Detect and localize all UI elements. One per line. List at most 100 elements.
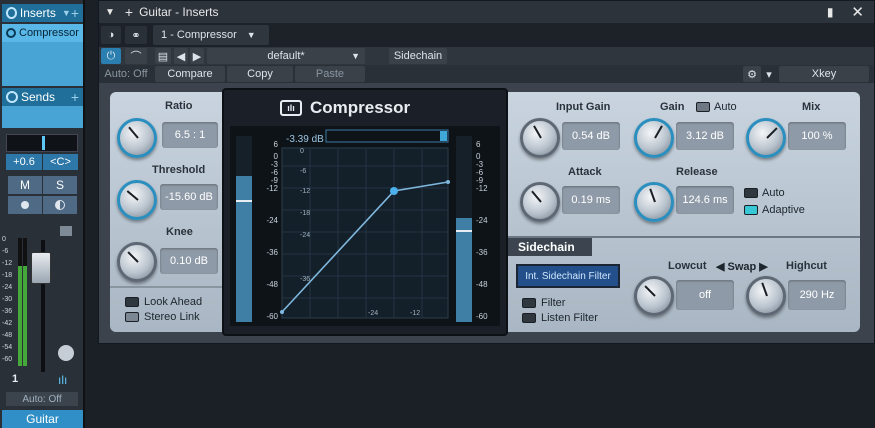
knee-knob[interactable] bbox=[117, 242, 157, 282]
release-value[interactable]: 124.6 ms bbox=[676, 186, 734, 214]
int-sidechain-filter-button[interactable]: Int. Sidechain Filter bbox=[516, 264, 620, 288]
gain-knob[interactable] bbox=[634, 118, 674, 158]
look-ahead-label: Look Ahead bbox=[144, 296, 203, 308]
expand-icon[interactable] bbox=[60, 226, 72, 236]
compare-button[interactable]: Compare bbox=[155, 66, 225, 82]
highcut-value[interactable]: 290 Hz bbox=[788, 280, 846, 310]
gear-icon[interactable]: ⚙ bbox=[743, 66, 761, 82]
tick-label: 0 bbox=[300, 148, 304, 155]
gain-auto-toggle[interactable] bbox=[696, 102, 710, 112]
undo-icon[interactable]: ⌒ bbox=[125, 48, 147, 64]
power-icon[interactable]: ⏻ bbox=[101, 48, 121, 64]
gain-value[interactable]: 3.12 dB bbox=[676, 122, 734, 150]
xkey-button[interactable]: Xkey bbox=[779, 66, 869, 82]
sends-label: Sends bbox=[21, 90, 56, 104]
graph-x-ticks: -24 -12 bbox=[286, 310, 446, 322]
dropdown-icon[interactable]: ▼ bbox=[62, 8, 71, 18]
lowcut-value[interactable]: off bbox=[676, 280, 734, 310]
power-icon[interactable] bbox=[6, 91, 18, 103]
pan-slider[interactable] bbox=[6, 134, 78, 152]
threshold-knob[interactable] bbox=[117, 180, 157, 220]
input-gain-knob[interactable] bbox=[520, 118, 560, 158]
bypass-icon[interactable]: ◑ bbox=[101, 26, 121, 44]
mix-value[interactable]: 100 % bbox=[788, 122, 846, 150]
tick-label: -54 bbox=[2, 344, 13, 351]
adaptive-label: Adaptive bbox=[762, 204, 805, 216]
sends-header[interactable]: Sends + bbox=[2, 88, 83, 106]
release-auto-toggle[interactable] bbox=[744, 188, 758, 198]
brand-logo: ılı Compressor bbox=[280, 98, 410, 118]
stereo-link-toggle[interactable] bbox=[125, 312, 139, 322]
chevron-down-icon[interactable]: ▼ bbox=[247, 30, 256, 40]
ratio-value[interactable]: 6.5 : 1 bbox=[162, 122, 218, 148]
release-label: Release bbox=[676, 166, 718, 178]
attack-value[interactable]: 0.19 ms bbox=[562, 186, 620, 214]
pan-center[interactable]: <C> bbox=[43, 154, 78, 170]
listen-filter-toggle[interactable] bbox=[522, 313, 536, 323]
channel-strip: Inserts ▼ + Compressor Sends + +0.6 <C> … bbox=[0, 0, 85, 428]
inserts-header[interactable]: Inserts ▼ + bbox=[2, 4, 83, 22]
inserts-empty-area[interactable] bbox=[2, 42, 83, 86]
tick-label: 6 bbox=[273, 140, 278, 149]
threshold-label: Threshold bbox=[152, 164, 206, 176]
channel-name[interactable]: Guitar bbox=[2, 410, 83, 428]
add-icon[interactable]: + bbox=[125, 4, 133, 20]
collapse-icon[interactable]: ▼ bbox=[105, 7, 115, 18]
lowcut-knob[interactable] bbox=[634, 276, 674, 316]
waveform-icon[interactable]: ılı bbox=[58, 373, 67, 387]
monitor-button[interactable] bbox=[43, 196, 77, 214]
sidechain-button[interactable]: Sidechain bbox=[389, 48, 447, 64]
pin-icon[interactable]: ▮ bbox=[827, 5, 834, 19]
attack-knob[interactable] bbox=[520, 182, 560, 222]
chevron-down-icon[interactable]: ▾ bbox=[763, 66, 775, 82]
meter-left bbox=[18, 238, 22, 366]
tick-label: -36 bbox=[2, 308, 13, 315]
next-preset-icon[interactable]: ▶ bbox=[190, 48, 204, 64]
chevron-down-icon[interactable]: ▼ bbox=[351, 51, 360, 61]
automation-mode[interactable]: Auto: Off bbox=[6, 392, 78, 406]
filter-label: Filter bbox=[541, 297, 566, 309]
add-insert-icon[interactable]: + bbox=[71, 5, 79, 21]
tab-compressor[interactable]: 1 - Compressor ▼ bbox=[153, 25, 269, 45]
insert-item-label: Compressor bbox=[19, 27, 79, 39]
prev-preset-icon[interactable]: ◀ bbox=[174, 48, 188, 64]
add-send-icon[interactable]: + bbox=[71, 89, 79, 105]
look-ahead-toggle[interactable] bbox=[125, 297, 139, 307]
threshold-point[interactable] bbox=[390, 187, 398, 195]
fader-handle[interactable] bbox=[31, 252, 51, 284]
ratio-knob[interactable] bbox=[117, 118, 157, 158]
sends-empty-area[interactable] bbox=[2, 106, 83, 128]
record-button[interactable] bbox=[8, 196, 42, 214]
gain-reduction-readout: -3.39 dB bbox=[286, 134, 324, 145]
routing-icon[interactable]: ⚭ bbox=[125, 26, 147, 44]
power-icon[interactable] bbox=[6, 28, 16, 38]
filter-toggle[interactable] bbox=[522, 298, 536, 308]
mute-button[interactable]: M bbox=[8, 176, 42, 194]
paste-button[interactable]: Paste bbox=[295, 66, 365, 82]
tick-label: -12 bbox=[476, 184, 488, 193]
swap-button[interactable]: ◀ Swap ▶ bbox=[716, 260, 768, 273]
fader-scale: 0 -6 -12 -18 -24 -30 -36 -42 -48 -54 -60 bbox=[2, 236, 18, 366]
adaptive-toggle[interactable] bbox=[744, 205, 758, 215]
listen-filter-label: Listen Filter bbox=[541, 312, 598, 324]
pan-knob-icon[interactable] bbox=[58, 345, 74, 361]
tick-label: -24 bbox=[2, 284, 13, 291]
copy-button[interactable]: Copy bbox=[227, 66, 293, 82]
preset-list-icon[interactable]: ▤ bbox=[155, 48, 171, 64]
pan-value[interactable]: +0.6 bbox=[6, 154, 42, 170]
monitor-icon bbox=[55, 200, 65, 210]
tick-label: -60 bbox=[266, 312, 278, 321]
tick-label: -48 bbox=[476, 280, 488, 289]
input-gain-value[interactable]: 0.54 dB bbox=[562, 122, 620, 150]
knee-value[interactable]: 0.10 dB bbox=[160, 248, 218, 274]
solo-button[interactable]: S bbox=[43, 176, 77, 194]
close-icon[interactable]: ✕ bbox=[851, 3, 864, 21]
insert-item-compressor[interactable]: Compressor bbox=[2, 24, 83, 42]
mix-knob[interactable] bbox=[746, 118, 786, 158]
threshold-value[interactable]: -15.60 dB bbox=[160, 184, 218, 210]
release-knob[interactable] bbox=[634, 182, 674, 222]
power-icon[interactable] bbox=[6, 7, 17, 19]
auto-off-label[interactable]: Auto: Off bbox=[101, 66, 151, 82]
highcut-knob[interactable] bbox=[746, 276, 786, 316]
preset-selector[interactable]: default* ▼ bbox=[207, 48, 365, 64]
